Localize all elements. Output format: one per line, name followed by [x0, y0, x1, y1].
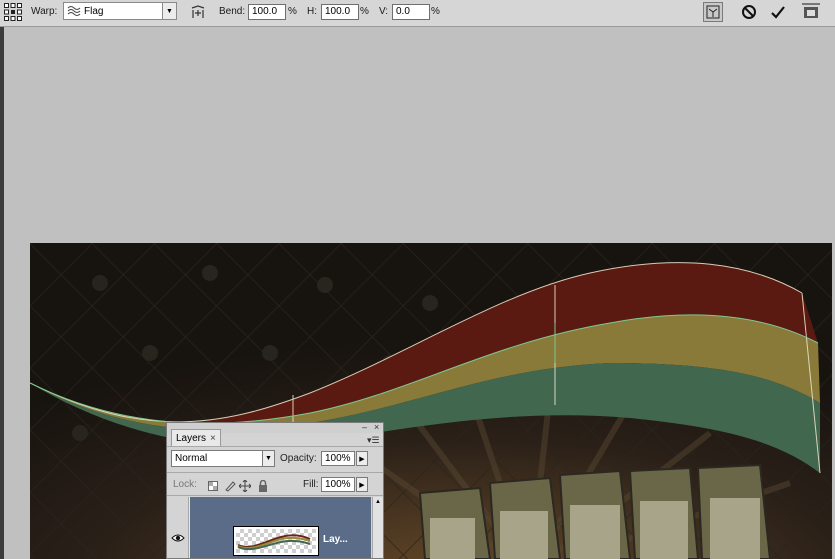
- opacity-input[interactable]: 100%: [321, 451, 355, 466]
- bend-label: Bend:: [219, 6, 246, 17]
- bend-unit: %: [288, 6, 297, 17]
- tab-close-icon[interactable]: ×: [210, 430, 216, 447]
- opacity-arrow-icon[interactable]: ▶: [356, 451, 368, 466]
- options-bar: Warp: Flag ▼ Bend: 100.0 % H: 100.0 % V:…: [0, 0, 835, 27]
- tab-layers-label: Layers: [176, 433, 207, 444]
- chevron-down-icon[interactable]: ▼: [262, 451, 274, 466]
- document-canvas[interactable]: [30, 243, 832, 559]
- v-label: V:: [379, 6, 389, 17]
- panel-menu-icon[interactable]: ▾☰: [367, 435, 380, 446]
- v-input[interactable]: 0.0: [392, 4, 430, 20]
- blend-mode-value: Normal: [175, 453, 208, 464]
- h-input[interactable]: 100.0: [321, 4, 359, 20]
- bridge-icon[interactable]: [801, 2, 821, 22]
- tab-layers[interactable]: Layers ×: [171, 429, 221, 447]
- cancel-transform-icon[interactable]: [739, 2, 759, 22]
- warp-style-value: Flag: [84, 6, 104, 17]
- h-label: H:: [307, 6, 317, 17]
- layer-name[interactable]: Lay...: [323, 534, 348, 545]
- lock-transparent-icon[interactable]: [207, 480, 219, 492]
- reference-point-icon[interactable]: [3, 2, 23, 22]
- bend-input[interactable]: 100.0: [248, 4, 286, 20]
- flag-warp-icon: [67, 5, 81, 20]
- fill-input[interactable]: 100%: [321, 477, 355, 492]
- layers-scrollbar[interactable]: ▲: [372, 497, 383, 558]
- warp-label: Warp:: [31, 6, 58, 17]
- warp-style-dropdown[interactable]: Flag ▼: [63, 2, 177, 20]
- chevron-down-icon[interactable]: ▼: [162, 3, 176, 19]
- divider: [167, 446, 383, 447]
- layer-row[interactable]: Lay...: [167, 497, 371, 558]
- minimize-icon[interactable]: –: [362, 422, 367, 432]
- scroll-up-icon[interactable]: ▲: [373, 497, 383, 507]
- fill-arrow-icon[interactable]: ▶: [356, 477, 368, 492]
- layers-list: Lay...: [167, 497, 371, 558]
- fill-label: Fill:: [303, 479, 319, 490]
- opacity-label: Opacity:: [280, 453, 317, 464]
- warp-orientation-icon[interactable]: [188, 2, 208, 22]
- canvas-edge: [0, 27, 4, 559]
- visibility-toggle[interactable]: [167, 497, 189, 558]
- lock-position-icon[interactable]: [239, 480, 251, 492]
- divider: [167, 495, 383, 496]
- lock-all-icon[interactable]: [257, 480, 269, 492]
- layer-selected-row[interactable]: Lay...: [190, 497, 371, 558]
- commit-transform-icon[interactable]: [768, 2, 788, 22]
- divider: [167, 472, 383, 473]
- lock-pixels-icon[interactable]: [224, 480, 236, 492]
- lock-label: Lock:: [173, 479, 197, 490]
- canvas-artwork: [30, 243, 832, 559]
- layers-panel: – × ▾☰ Layers × Normal ▼ Opacity: 100% ▶…: [166, 422, 384, 559]
- eye-icon[interactable]: [171, 533, 185, 546]
- close-icon[interactable]: ×: [374, 422, 379, 432]
- warp-mode-toggle-icon[interactable]: [703, 2, 723, 22]
- layer-thumbnail: [233, 526, 319, 556]
- h-unit: %: [360, 6, 369, 17]
- v-unit: %: [431, 6, 440, 17]
- blend-mode-dropdown[interactable]: Normal ▼: [171, 450, 275, 467]
